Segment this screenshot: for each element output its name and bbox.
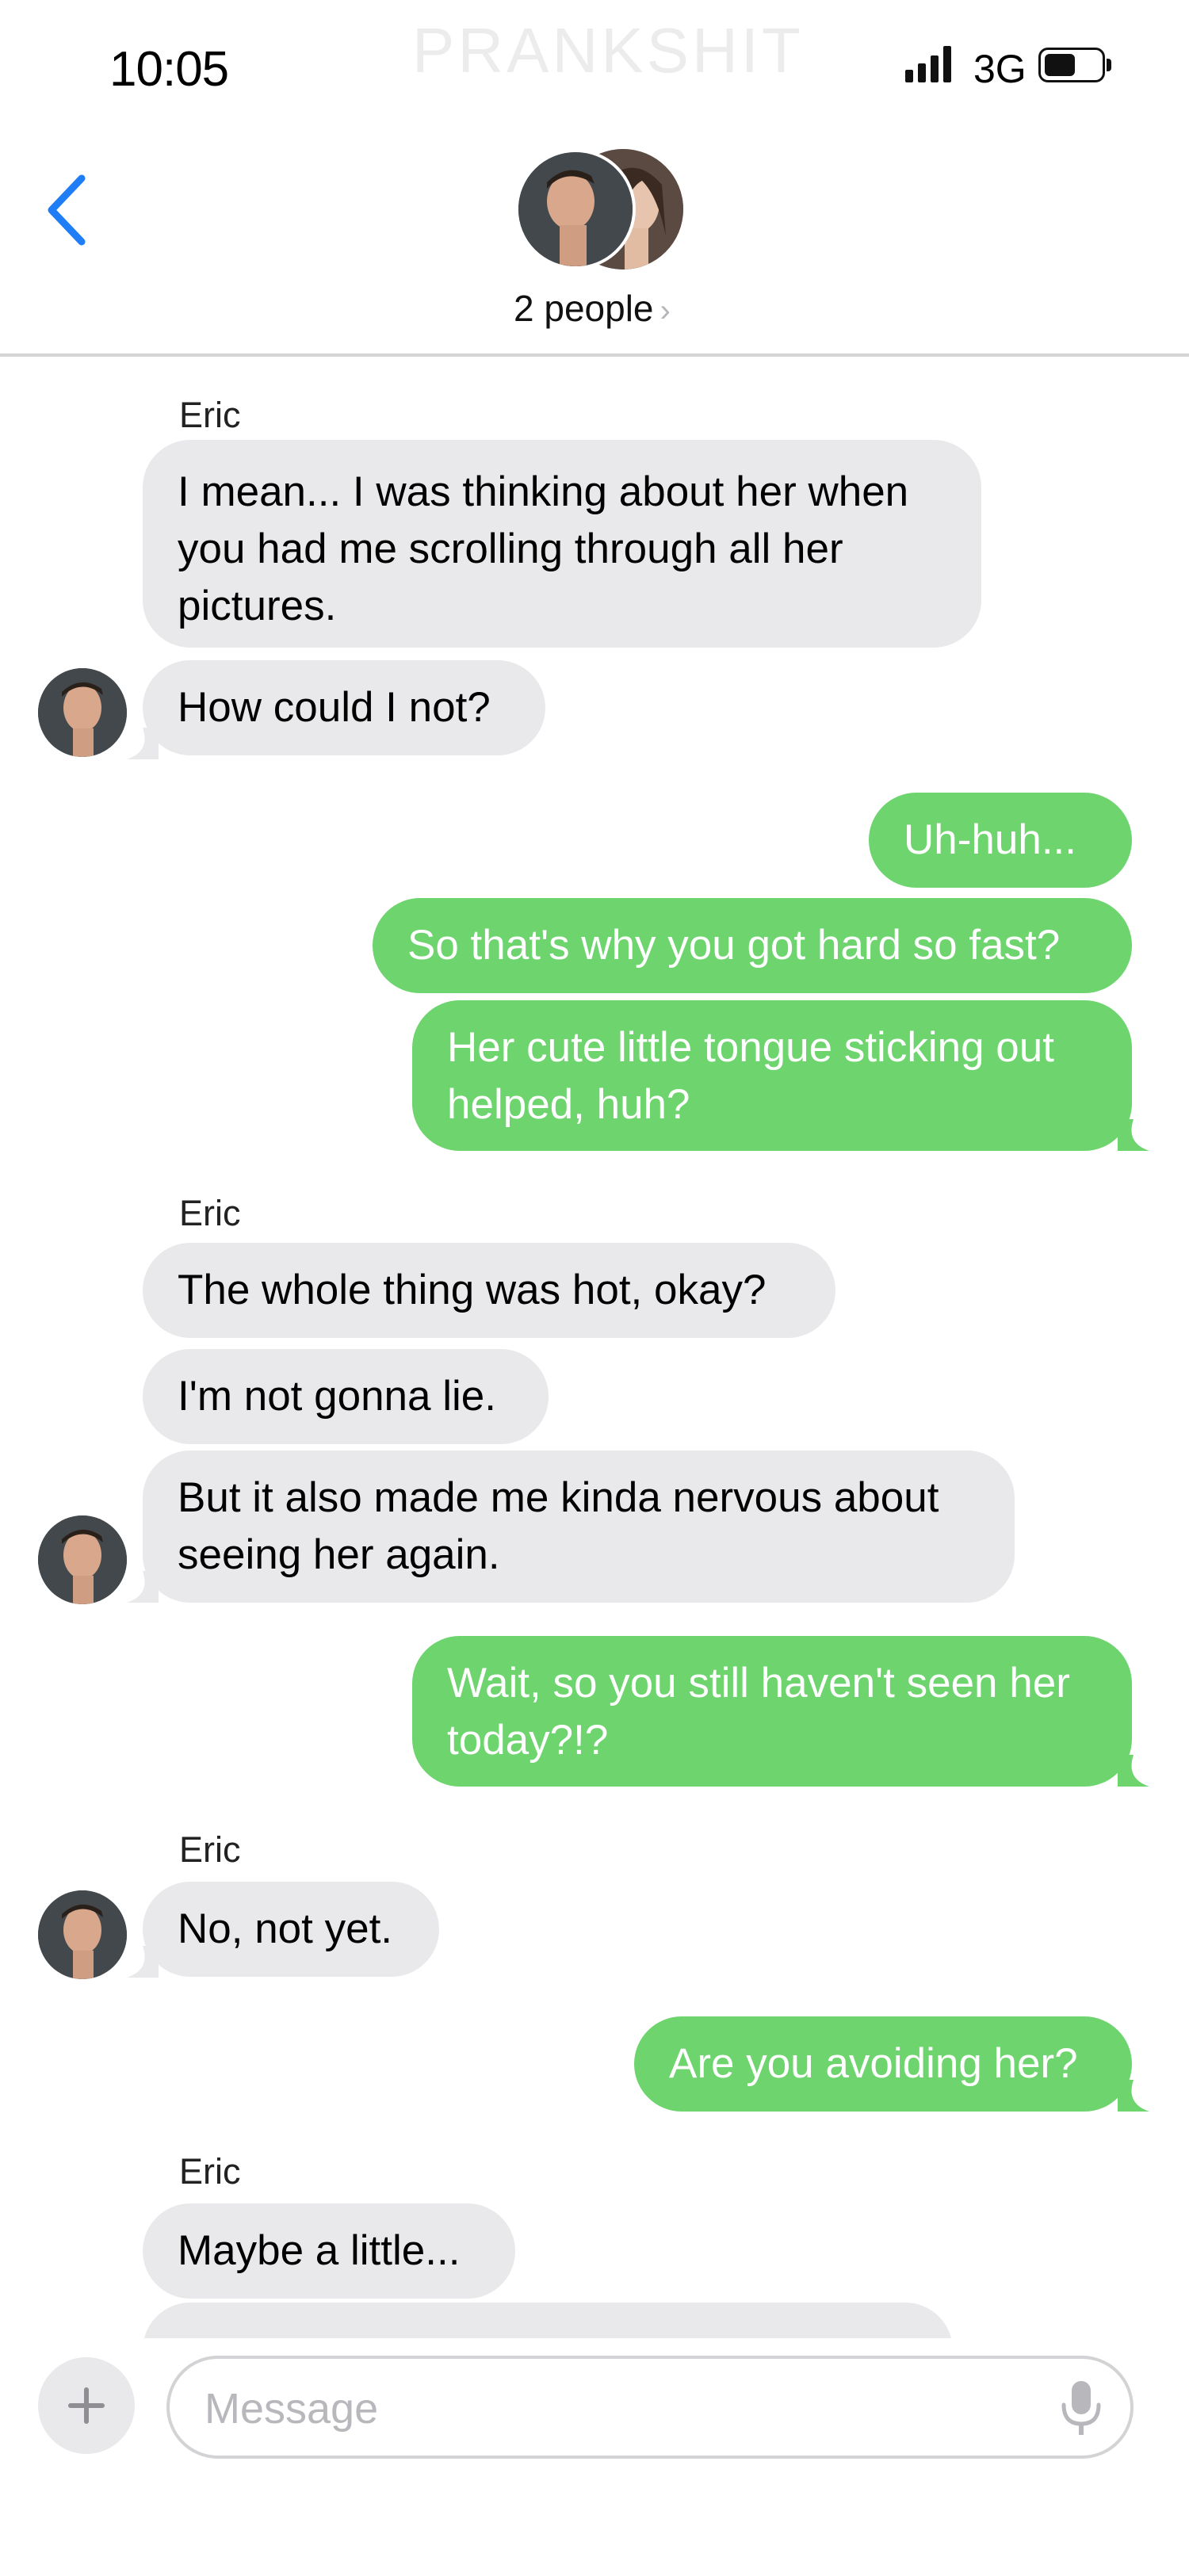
message-text: How could I not? [178,684,491,731]
group-details-link[interactable]: 2 people › [514,287,671,334]
incoming-message[interactable]: Maybe a little... [143,2203,515,2299]
outgoing-message[interactable]: Her cute little tongue sticking out help… [412,1000,1132,1151]
group-avatars[interactable] [515,149,683,276]
message-text: Are you avoiding her? [669,2040,1078,2087]
outgoing-message[interactable]: So that's why you got hard so fast? [373,898,1132,993]
message-text: I mean... I was thinking about her when [178,468,909,515]
message-text: Maybe a little... [178,2227,461,2274]
avatar [515,149,636,269]
bubble-tail [1118,1755,1149,1787]
plus-icon[interactable] [38,2357,135,2454]
message-text: But it also made me kinda nervous about [178,1474,939,1521]
message-text: Wait, so you still haven't seen her [447,1660,1070,1707]
network-type: 3G [973,47,1027,91]
chevron-right-icon: › [659,293,671,328]
microphone-icon[interactable] [1057,2379,1105,2440]
status-time: 10:05 [109,42,229,97]
message-text: Uh-huh... [904,816,1077,863]
incoming-message[interactable]: No, not yet. [143,1882,439,1977]
message-input-container[interactable] [166,2356,1134,2459]
sender-name: Eric [179,1829,241,1870]
message-text: So that's why you got hard so fast? [407,922,1061,969]
message-text: helped, huh? [447,1081,690,1128]
back-chevron-icon[interactable] [44,170,91,250]
outgoing-message[interactable]: Are you avoiding her? [634,2016,1132,2112]
bubble-tail [1118,1119,1149,1151]
incoming-message[interactable]: But it also made me kinda nervous about … [143,1450,1015,1603]
sender-name: Eric [179,2151,241,2192]
conversation-header: 2 people › [0,135,1189,357]
avatar [38,1890,127,1979]
outgoing-message[interactable]: Uh-huh... [869,793,1132,888]
signal-icon [905,46,951,82]
message-text: I'm not gonna lie. [178,1373,496,1420]
sender-name: Eric [179,1193,241,1233]
message-text: seeing her again. [178,1531,500,1578]
incoming-message[interactable]: How could I not? [143,660,545,755]
incoming-message[interactable]: I'm not gonna lie. [143,1349,549,1444]
message-text: The whole thing was hot, okay? [178,1267,767,1313]
bubble-tail [1118,2080,1149,2112]
people-count: 2 people [514,288,654,329]
message-text: pictures. [178,583,337,629]
message-text: today?!? [447,1717,609,1764]
compose-bar [0,2338,1189,2576]
message-input[interactable] [205,2381,997,2436]
message-text: you had me scrolling through all her [178,526,843,572]
incoming-message[interactable]: The whole thing was hot, okay? [143,1243,835,1338]
incoming-message[interactable]: I mean... I was thinking about her when … [143,440,981,648]
sender-name: Eric [179,395,241,435]
messages-screen: 10:05 3G PRANKSHIT PRANKSHIT PRANKSHIT [0,0,1189,2576]
status-bar: 10:05 3G [0,0,1189,135]
avatar [38,668,127,757]
battery-icon [1038,48,1111,82]
outgoing-message[interactable]: Wait, so you still haven't seen her toda… [412,1636,1132,1787]
message-text: Her cute little tongue sticking out [447,1024,1054,1071]
message-text: No, not yet. [178,1905,393,1952]
avatar [38,1515,127,1604]
